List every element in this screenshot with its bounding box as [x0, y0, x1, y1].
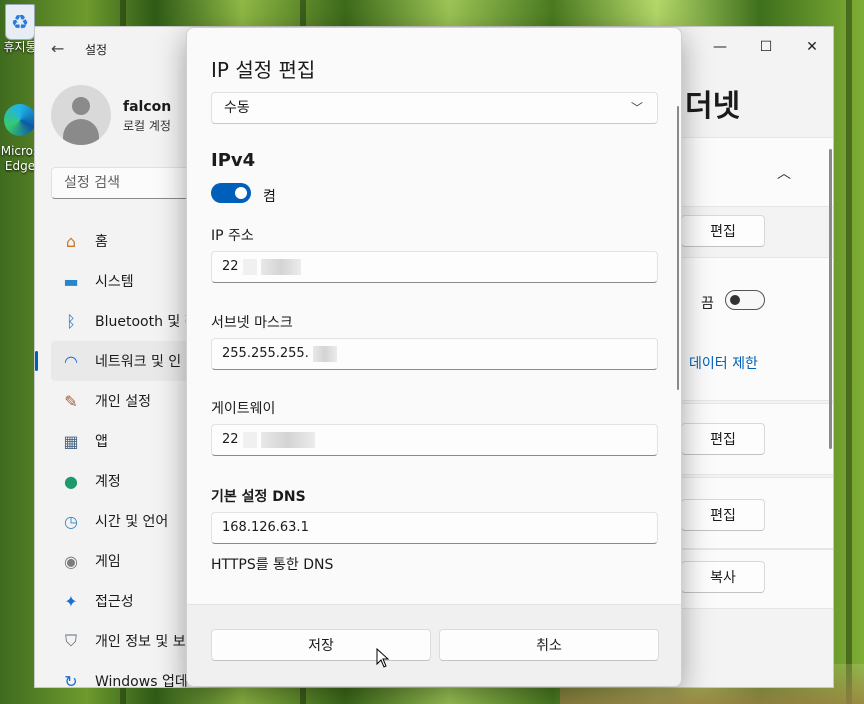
edit-ip-assignment-button[interactable]: 편집 [681, 215, 765, 247]
settings-card [681, 137, 833, 207]
save-button[interactable]: 저장 [211, 629, 431, 661]
mouse-cursor-icon [376, 648, 390, 668]
metered-connection-toggle[interactable] [725, 290, 765, 310]
scrollbar[interactable] [829, 149, 832, 449]
copy-button[interactable]: 복사 [681, 561, 765, 593]
gateway-label: 게이트웨이 [211, 401, 276, 417]
accessibility-icon: ✦ [64, 591, 78, 611]
account-icon: ● [64, 471, 78, 491]
brush-icon: ✎ [64, 391, 78, 411]
sidebar-item-label: 접근성 [95, 594, 134, 610]
network-icon: ◠ [64, 351, 78, 371]
sidebar-item-label: 시간 및 언어 [95, 514, 169, 530]
gamepad-icon: ◉ [64, 551, 78, 571]
gateway-field[interactable]: 22 [211, 424, 658, 456]
user-account-type: 로컬 계정 [123, 119, 171, 133]
edit-dns-button[interactable]: 편집 [681, 499, 765, 531]
ip-mode-value: 수동 [224, 100, 250, 116]
redaction [242, 431, 257, 448]
dialog-title: IP 설정 편집 [211, 58, 316, 82]
subnet-mask-field[interactable]: 255.255.255. [211, 338, 658, 370]
app-title: 설정 [85, 43, 108, 57]
sidebar-item-label: 게임 [95, 554, 121, 570]
sidebar-item-label: Bluetooth 및 장 [95, 314, 198, 330]
chevron-up-icon[interactable]: ︿ [777, 163, 791, 183]
dialog-scrollbar[interactable] [677, 106, 679, 390]
system-icon: ▬ [63, 271, 79, 291]
sidebar-item-label: 개인 설정 [95, 394, 151, 410]
minimize-button[interactable]: — [697, 33, 743, 61]
ip-address-label: IP 주소 [211, 228, 254, 244]
shield-icon: ⛉ [64, 631, 77, 650]
preferred-dns-value: 168.126.63.1 [222, 520, 309, 535]
dialog-footer: 저장 취소 [187, 604, 681, 686]
subnet-mask-label: 서브넷 마스크 [211, 315, 293, 331]
redaction [260, 258, 301, 275]
edit-ip-button[interactable]: 편집 [681, 423, 765, 455]
user-name: falcon [123, 99, 172, 115]
settings-card [681, 257, 833, 401]
ipv4-toggle-label: 켬 [263, 189, 276, 205]
time-language-icon: ◷ [64, 511, 78, 531]
cancel-button[interactable]: 취소 [439, 629, 659, 661]
ipv4-heading: IPv4 [211, 150, 256, 171]
ip-address-field[interactable]: 22 [211, 251, 658, 283]
home-icon: ⌂ [65, 231, 77, 251]
ip-settings-dialog: IP 설정 편집 수동 ﹀ IPv4 켬 IP 주소 22 서브넷 마스크 25… [186, 27, 682, 687]
sidebar-item-label: 홈 [95, 234, 108, 250]
update-icon: ↻ [64, 671, 78, 688]
sidebar-item-label: 시스템 [95, 274, 134, 290]
sidebar-item-label: 네트워크 및 인 [95, 354, 182, 370]
avatar[interactable] [51, 85, 111, 145]
redaction [242, 258, 257, 275]
background-bamboo [846, 0, 852, 704]
edge-icon [4, 104, 36, 136]
redaction [312, 345, 337, 362]
ip-mode-select[interactable]: 수동 ﹀ [211, 92, 658, 124]
sidebar-item-label: 앱 [95, 434, 108, 450]
maximize-button[interactable]: ☐ [743, 33, 789, 61]
sidebar-item-label: 계정 [95, 474, 121, 490]
preferred-dns-field[interactable]: 168.126.63.1 [211, 512, 658, 544]
bluetooth-icon: ᛒ [66, 311, 76, 331]
data-limit-link[interactable]: 데이터 제한 [689, 353, 758, 373]
close-button[interactable]: ✕ [789, 33, 833, 61]
sidebar-item-label: Windows 업데 [95, 674, 188, 688]
apps-icon: ▦ [63, 431, 79, 451]
preferred-dns-label: 기본 설정 DNS [211, 489, 306, 505]
ip-address-value: 22 [222, 259, 239, 274]
back-arrow-icon[interactable]: ← [51, 39, 64, 58]
metered-connection-state: 끔 [701, 296, 714, 312]
chevron-down-icon: ﹀ [630, 101, 643, 115]
gateway-value: 22 [222, 432, 239, 447]
sidebar-item-label: 개인 정보 및 보 [95, 634, 186, 650]
redaction [260, 431, 315, 448]
ipv4-toggle[interactable] [211, 183, 251, 203]
recycle-bin-icon: ♻ [5, 4, 35, 40]
dns-over-https-label: HTTPS를 통한 DNS [211, 557, 334, 573]
page-title: 더넷 [685, 89, 741, 124]
subnet-mask-value: 255.255.255. [222, 346, 309, 361]
